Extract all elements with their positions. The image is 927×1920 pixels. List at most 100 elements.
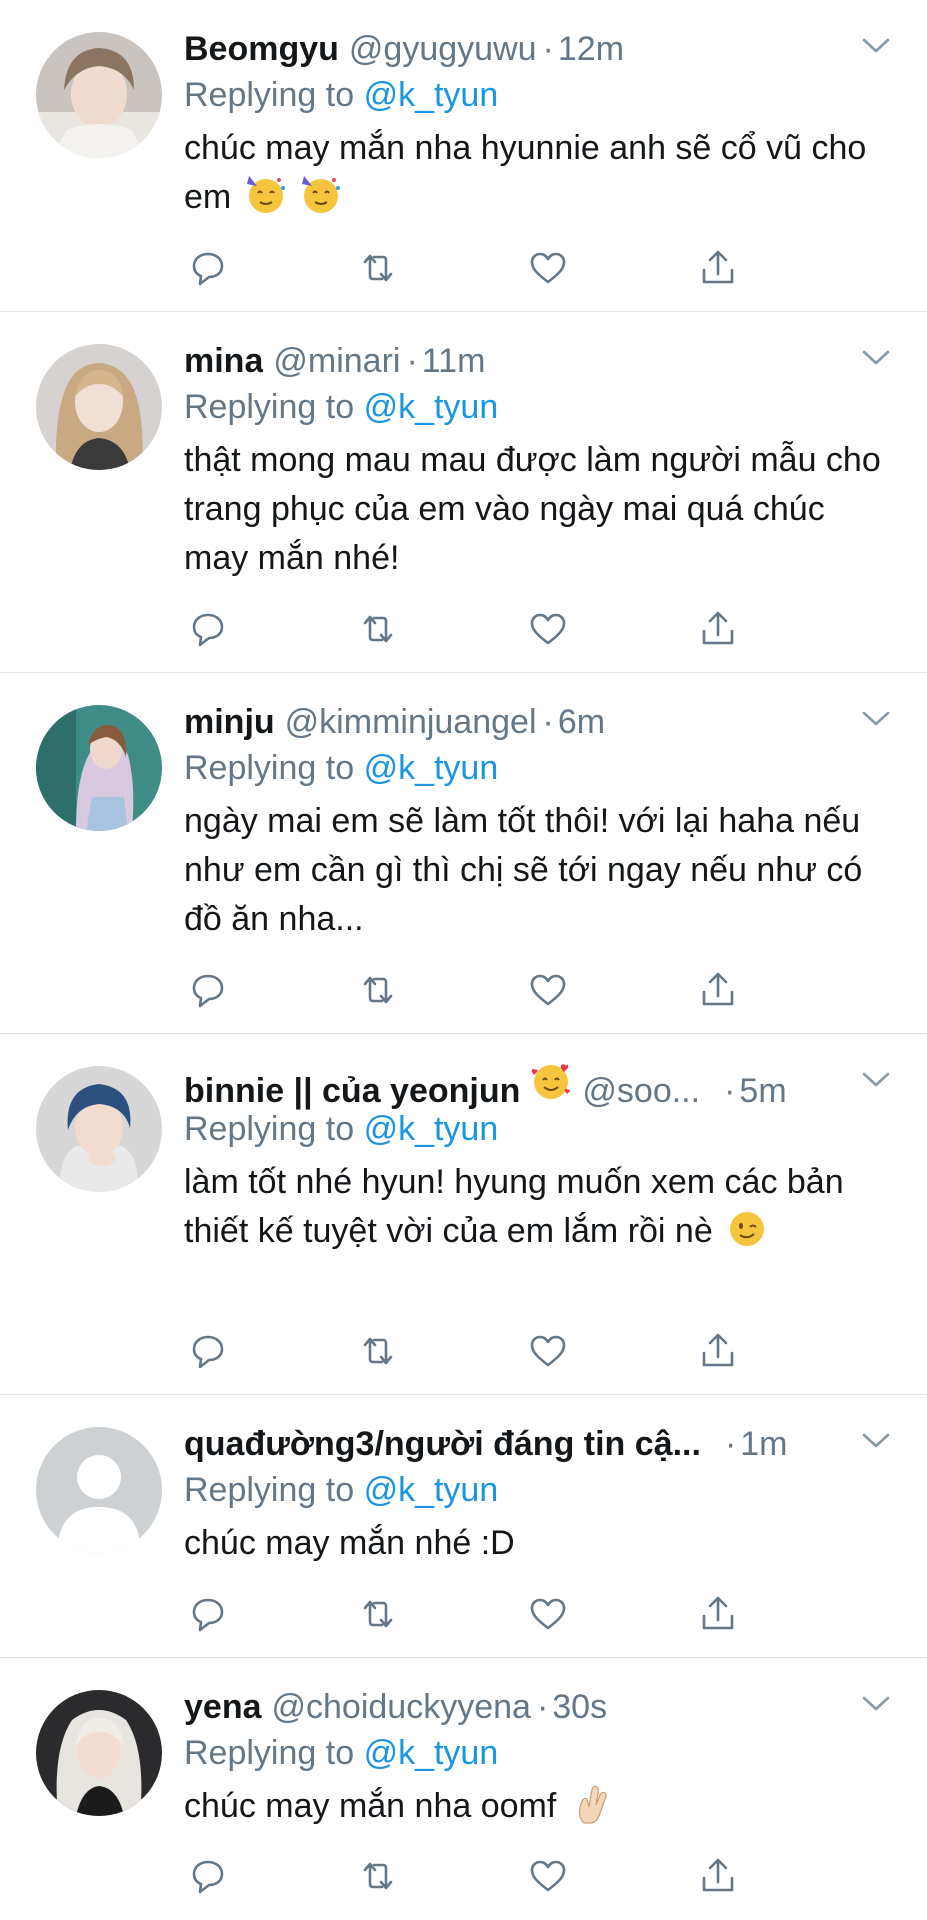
replying-to-handle[interactable]: @k_tyun	[364, 749, 499, 787]
replying-to-handle[interactable]: @k_tyun	[364, 1734, 499, 1772]
reply-icon[interactable]	[184, 1852, 232, 1900]
tweet-content: yena @choiduckyyena · 30s Replying to @k…	[184, 1684, 897, 1831]
like-icon[interactable]	[524, 966, 572, 1014]
tweet-header: minju @kimminjuangel · 6m	[184, 699, 897, 745]
replying-to-handle[interactable]: @k_tyun	[364, 76, 499, 114]
user-handle[interactable]: @soo...	[582, 1068, 700, 1114]
tweet-text-body: chúc may mắn nhé :D	[184, 1524, 515, 1562]
retweet-icon[interactable]	[354, 966, 402, 1014]
reply-icon[interactable]	[184, 1327, 232, 1375]
display-name[interactable]: yena	[184, 1684, 262, 1730]
reply-icon[interactable]	[184, 244, 232, 292]
timestamp[interactable]: 30s	[552, 1684, 607, 1730]
replying-to-label: Replying to	[184, 1110, 355, 1148]
tweet-actions	[184, 1327, 744, 1375]
separator-dot: ·	[406, 342, 418, 380]
reply-icon[interactable]	[184, 966, 232, 1014]
tweet-content: Beomgyu @gyugyuwu · 12m Replying to @k_t…	[184, 26, 897, 222]
replying-to: Replying to @k_tyun	[184, 1467, 897, 1515]
tweet-actions	[184, 244, 744, 292]
replying-to-label: Replying to	[184, 388, 355, 426]
user-handle[interactable]: @choiduckyyena	[272, 1684, 531, 1730]
share-icon[interactable]	[694, 605, 742, 653]
tweet-header: yena @choiduckyyena · 30s	[184, 1684, 897, 1730]
timestamp[interactable]: 12m	[558, 26, 624, 72]
like-icon[interactable]	[524, 605, 572, 653]
share-icon[interactable]	[694, 1852, 742, 1900]
tweet-reply[interactable]: mina @minari · 11m Replying to @k_tyun t…	[0, 312, 927, 673]
replying-to: Replying to @k_tyun	[184, 1106, 897, 1154]
user-handle[interactable]: @minari	[273, 338, 400, 384]
tweet-content: mina @minari · 11m Replying to @k_tyun t…	[184, 338, 897, 583]
winking-face-emoji	[726, 1208, 768, 1250]
replying-to-handle[interactable]: @k_tyun	[364, 1471, 499, 1509]
share-icon[interactable]	[694, 1327, 742, 1375]
timestamp[interactable]: 11m	[422, 338, 486, 384]
avatar[interactable]	[36, 1427, 162, 1553]
retweet-icon[interactable]	[354, 1590, 402, 1638]
timestamp[interactable]: 1m	[740, 1421, 787, 1467]
smiling-face-with-hearts-emoji	[530, 1060, 572, 1102]
like-icon[interactable]	[524, 244, 572, 292]
reply-feed: Beomgyu @gyugyuwu · 12m Replying to @k_t…	[0, 0, 927, 1920]
tweet-actions	[184, 966, 744, 1014]
like-icon[interactable]	[524, 1590, 572, 1638]
tweet-text: làm tốt nhé hyun! hyung muốn xem các bản…	[184, 1158, 897, 1256]
user-handle[interactable]: @kimminjuangel	[285, 699, 537, 745]
tweet-reply[interactable]: minju @kimminjuangel · 6m Replying to @k…	[0, 673, 927, 1034]
share-icon[interactable]	[694, 966, 742, 1014]
replying-to-label: Replying to	[184, 1471, 355, 1509]
retweet-icon[interactable]	[354, 605, 402, 653]
tweet-text: thật mong mau mau được làm người mẫu cho…	[184, 436, 897, 583]
partying-face-emoji	[300, 174, 342, 216]
display-name[interactable]: minju	[184, 699, 275, 745]
tweet-actions	[184, 1590, 744, 1638]
separator-dot: ·	[724, 1072, 736, 1110]
replying-to: Replying to @k_tyun	[184, 1730, 897, 1778]
timestamp[interactable]: 6m	[558, 699, 605, 745]
timestamp[interactable]: 5m	[739, 1068, 786, 1114]
tweet-text-body: ngày mai em sẽ làm tốt thôi! với lại hah…	[184, 802, 863, 938]
tweet-header: binnie || của yeonjun @soo... · 5m	[184, 1060, 897, 1110]
tweet-header: mina @minari · 11m	[184, 338, 897, 384]
separator-dot: ·	[724, 1425, 737, 1463]
share-icon[interactable]	[694, 1590, 742, 1638]
crossed-fingers-emoji	[570, 1783, 612, 1825]
replying-to: Replying to @k_tyun	[184, 745, 897, 793]
display-name[interactable]: Beomgyu	[184, 26, 339, 72]
retweet-icon[interactable]	[354, 1327, 402, 1375]
avatar[interactable]	[36, 1066, 162, 1192]
tweet-text-body: chúc may mắn nha oomf	[184, 1787, 557, 1825]
replying-to-label: Replying to	[184, 76, 355, 114]
tweet-content: quađường3/người đáng tin cậ... · 1m Repl…	[184, 1421, 897, 1568]
tweet-reply[interactable]: binnie || của yeonjun @soo... · 5m Reply…	[0, 1034, 927, 1395]
tweet-text: chúc may mắn nha oomf	[184, 1782, 897, 1831]
tweet-text-body: thật mong mau mau được làm người mẫu cho…	[184, 441, 881, 577]
share-icon[interactable]	[694, 244, 742, 292]
like-icon[interactable]	[524, 1327, 572, 1375]
like-icon[interactable]	[524, 1852, 572, 1900]
tweet-reply[interactable]: quađường3/người đáng tin cậ... · 1m Repl…	[0, 1395, 927, 1658]
replying-to-handle[interactable]: @k_tyun	[364, 388, 499, 426]
replying-to: Replying to @k_tyun	[184, 72, 897, 120]
tweet-reply[interactable]: Beomgyu @gyugyuwu · 12m Replying to @k_t…	[0, 0, 927, 312]
separator-dot: ·	[542, 703, 554, 741]
reply-icon[interactable]	[184, 1590, 232, 1638]
retweet-icon[interactable]	[354, 244, 402, 292]
reply-icon[interactable]	[184, 605, 232, 653]
display-name[interactable]: quađường3/người đáng tin cậ...	[184, 1421, 701, 1467]
tweet-header: quađường3/người đáng tin cậ... · 1m	[184, 1421, 897, 1467]
user-handle[interactable]: @gyugyuwu	[349, 26, 537, 72]
avatar[interactable]	[36, 705, 162, 831]
retweet-icon[interactable]	[354, 1852, 402, 1900]
replying-to-label: Replying to	[184, 1734, 355, 1772]
separator-dot: ·	[536, 1688, 549, 1726]
replying-to-handle[interactable]: @k_tyun	[364, 1110, 499, 1148]
avatar[interactable]	[36, 1690, 162, 1816]
tweet-text: chúc may mắn nha hyunnie anh sẽ cổ vũ ch…	[184, 124, 897, 222]
tweet-reply[interactable]: yena @choiduckyyena · 30s Replying to @k…	[0, 1658, 927, 1920]
display-name[interactable]: mina	[184, 338, 263, 384]
avatar[interactable]	[36, 32, 162, 158]
avatar[interactable]	[36, 344, 162, 470]
tweet-actions	[184, 605, 744, 653]
